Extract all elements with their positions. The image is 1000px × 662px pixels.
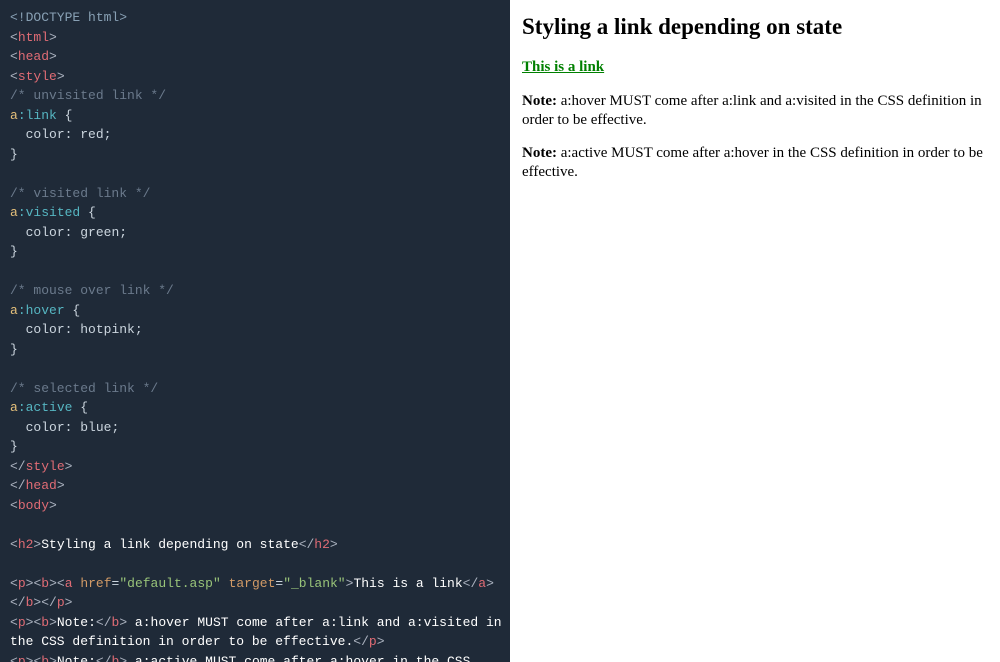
code-comment: /* mouse over link */ xyxy=(10,283,174,298)
note-text: a:hover MUST come after a:link and a:vis… xyxy=(522,93,982,128)
code-selector: a xyxy=(10,108,18,123)
code-comment: /* selected link */ xyxy=(10,381,158,396)
code-line: < xyxy=(10,69,18,84)
preview-link[interactable]: This is a link xyxy=(522,59,604,75)
preview-heading: Styling a link depending on state xyxy=(522,14,988,40)
code-line: < xyxy=(10,30,18,45)
code-line: <!DOCTYPE html> xyxy=(10,10,127,25)
code-comment: /* visited link */ xyxy=(10,186,150,201)
preview-note-2: Note: a:active MUST come after a:hover i… xyxy=(522,144,988,182)
preview-note-1: Note: a:hover MUST come after a:link and… xyxy=(522,92,988,130)
code-comment: /* unvisited link */ xyxy=(10,88,166,103)
note-label: Note: xyxy=(522,93,557,109)
note-label: Note: xyxy=(522,145,557,161)
code-line: < xyxy=(10,49,18,64)
preview-link-paragraph: This is a link xyxy=(522,58,988,77)
preview-panel: Styling a link depending on state This i… xyxy=(510,0,1000,662)
note-text: a:active MUST come after a:hover in the … xyxy=(522,145,983,180)
code-editor-panel[interactable]: <!DOCTYPE html> <html> <head> <style> /*… xyxy=(0,0,510,662)
